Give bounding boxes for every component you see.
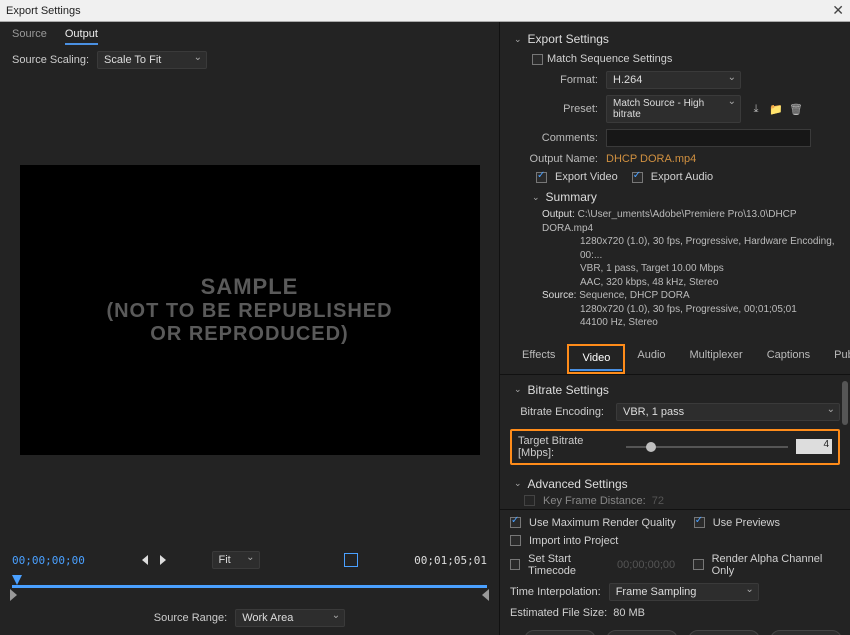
source-range-label: Source Range: <box>154 612 227 624</box>
output-name-label: Output Name: <box>514 153 606 165</box>
timeline-slider[interactable] <box>12 571 487 595</box>
preview-text-3: OR REPRODUCED) <box>150 323 348 346</box>
tab-effects[interactable]: Effects <box>510 344 567 374</box>
chevron-down-icon: ⌄ <box>514 34 522 45</box>
set-start-tc-checkbox[interactable] <box>510 559 520 570</box>
source-range-dropdown[interactable]: Work Area <box>235 609 345 627</box>
right-panel: ⌄ Export Settings Match Sequence Setting… <box>500 22 850 635</box>
chevron-down-icon: ⌄ <box>532 192 540 203</box>
save-preset-icon[interactable]: ⤓ <box>749 102 763 116</box>
preview-text-2: (NOT TO BE REPUBLISHED <box>106 300 392 323</box>
preview-video: SAMPLE (NOT TO BE REPUBLISHED OR REPRODU… <box>20 165 480 455</box>
keyframe-label: Key Frame Distance: <box>543 495 646 507</box>
preview-text-1: SAMPLE <box>201 274 299 300</box>
keyframe-row: Key Frame Distance: 72 <box>500 493 850 509</box>
title-bar: Export Settings ✕ <box>0 0 850 22</box>
import-preset-icon[interactable]: 📁 <box>769 102 783 116</box>
bitrate-header[interactable]: ⌄ Bitrate Settings <box>500 375 850 399</box>
format-label: Format: <box>514 74 606 86</box>
time-interp-label: Time Interpolation: <box>510 586 601 598</box>
queue-button[interactable]: Queue <box>606 630 678 635</box>
export-audio-checkbox[interactable] <box>632 172 643 183</box>
tab-captions[interactable]: Captions <box>755 344 822 374</box>
out-point-icon[interactable] <box>482 589 489 601</box>
target-bitrate-input[interactable]: 4 <box>796 439 832 454</box>
zoom-fit-dropdown[interactable]: Fit <box>212 551 260 569</box>
metadata-button[interactable]: Metadata... <box>524 630 596 635</box>
est-size-value: 80 MB <box>613 607 645 619</box>
output-name-link[interactable]: DHCP DORA.mp4 <box>606 153 696 165</box>
main-area: Source Output Source Scaling: Scale To F… <box>0 22 850 635</box>
step-back-icon[interactable] <box>142 555 148 565</box>
export-button[interactable]: Export <box>688 630 760 635</box>
end-timecode: 00;01;05;01 <box>414 554 487 567</box>
settings-tabbar: Effects Video Audio Multiplexer Captions… <box>500 336 850 375</box>
advanced-header[interactable]: ⌄ Advanced Settings <box>500 469 850 493</box>
keyframe-checkbox[interactable] <box>524 495 535 506</box>
keyframe-value: 72 <box>652 495 664 507</box>
left-panel: Source Output Source Scaling: Scale To F… <box>0 22 500 635</box>
format-dropdown[interactable]: H.264 <box>606 71 741 89</box>
close-icon[interactable]: ✕ <box>832 2 844 19</box>
bitrate-encoding-label: Bitrate Encoding: <box>510 406 610 418</box>
import-project-checkbox[interactable] <box>510 535 521 546</box>
export-audio-label: Export Audio <box>651 171 713 183</box>
export-settings-header[interactable]: ⌄ Export Settings <box>514 28 836 50</box>
tab-audio[interactable]: Audio <box>625 344 677 374</box>
chevron-down-icon: ⌄ <box>514 384 522 395</box>
comments-input[interactable] <box>606 129 811 147</box>
match-sequence-label: Match Sequence Settings <box>547 53 672 65</box>
window-title: Export Settings <box>6 5 81 17</box>
match-sequence-checkbox[interactable] <box>532 54 543 65</box>
cancel-button[interactable]: Cancel <box>770 630 842 635</box>
target-bitrate-slider[interactable] <box>626 446 788 448</box>
preset-dropdown[interactable]: Match Source - High bitrate <box>606 95 741 123</box>
time-interp-dropdown[interactable]: Frame Sampling <box>609 583 759 601</box>
tab-video[interactable]: Video <box>570 347 622 371</box>
export-video-checkbox[interactable] <box>536 172 547 183</box>
lower-options: Use Maximum Render Quality Use Previews … <box>500 509 850 635</box>
crop-icon[interactable] <box>344 553 358 567</box>
bitrate-encoding-dropdown[interactable]: VBR, 1 pass <box>616 403 840 421</box>
target-bitrate-label: Target Bitrate [Mbps]: <box>518 435 618 459</box>
step-forward-icon[interactable] <box>160 555 166 565</box>
summary-body: Output: C:\User_uments\Adobe\Premiere Pr… <box>514 208 836 330</box>
source-scaling-label: Source Scaling: <box>12 54 89 66</box>
export-settings-section: ⌄ Export Settings Match Sequence Setting… <box>500 22 850 336</box>
start-timecode[interactable]: 00;00;00;00 <box>12 554 85 567</box>
delete-preset-icon[interactable]: 🗑 <box>789 102 803 116</box>
left-tabs: Source Output <box>0 22 499 45</box>
tab-multiplexer[interactable]: Multiplexer <box>678 344 755 374</box>
scrollbar-thumb[interactable] <box>842 381 848 425</box>
preset-label: Preset: <box>514 103 606 115</box>
comments-label: Comments: <box>514 132 606 144</box>
highlight-video-tab: Video <box>567 344 625 374</box>
tab-source[interactable]: Source <box>12 28 47 45</box>
tab-output[interactable]: Output <box>65 28 98 45</box>
in-point-icon[interactable] <box>10 589 17 601</box>
source-range-row: Source Range: Work Area <box>0 603 499 635</box>
action-buttons: Metadata... Queue Export Cancel <box>510 622 840 635</box>
preview-area: SAMPLE (NOT TO BE REPUBLISHED OR REPRODU… <box>0 75 499 543</box>
playhead-icon[interactable] <box>12 575 22 585</box>
est-size-label: Estimated File Size: <box>510 607 607 619</box>
export-video-label: Export Video <box>555 171 618 183</box>
source-scaling-dropdown[interactable]: Scale To Fit <box>97 51 207 69</box>
summary-header[interactable]: ⌄ Summary <box>514 186 836 208</box>
source-scaling-row: Source Scaling: Scale To Fit <box>0 45 499 75</box>
tab-publish[interactable]: Publish <box>822 344 850 374</box>
highlight-target-bitrate: Target Bitrate [Mbps]: 4 <box>510 429 840 465</box>
timeline-controls: 00;00;00;00 Fit 00;01;05;01 <box>0 543 499 603</box>
render-alpha-checkbox[interactable] <box>693 559 703 570</box>
use-previews-checkbox[interactable] <box>694 517 705 528</box>
max-quality-checkbox[interactable] <box>510 517 521 528</box>
chevron-down-icon: ⌄ <box>514 478 522 489</box>
